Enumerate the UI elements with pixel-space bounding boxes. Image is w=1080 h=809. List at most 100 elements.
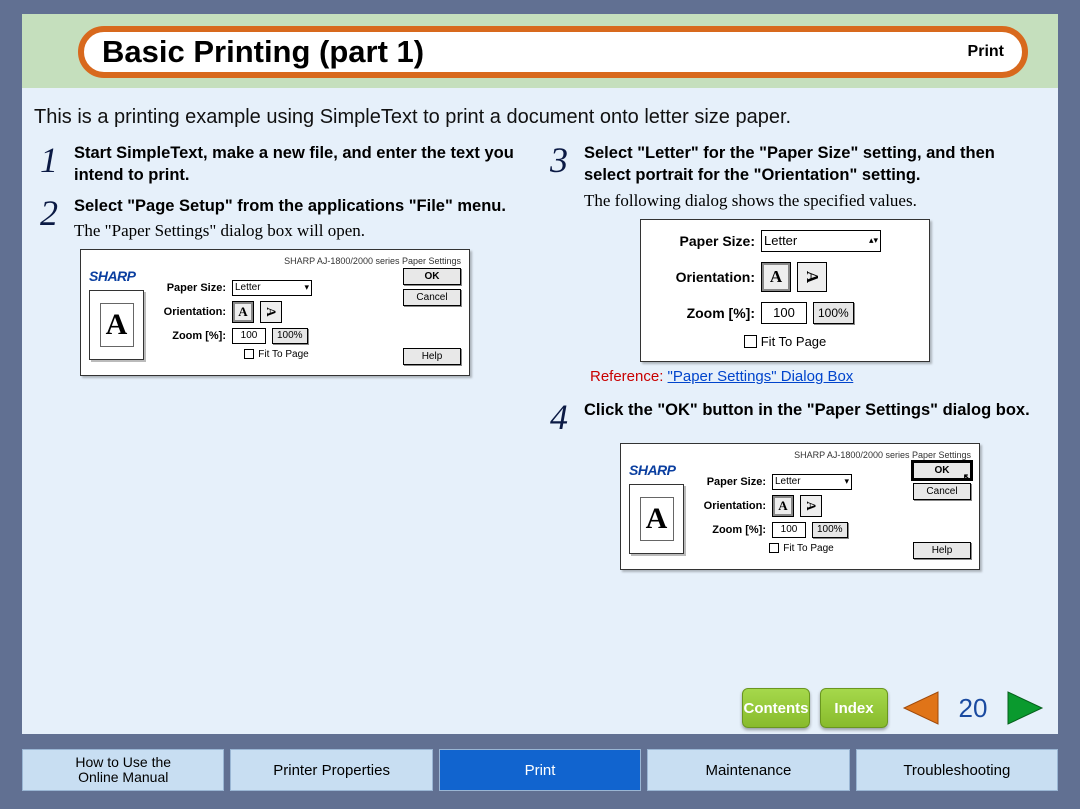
page-number: 20 [952, 693, 994, 724]
fit-to-page-checkbox[interactable]: Fit To Page [655, 334, 915, 349]
paper-size-label: Paper Size: [696, 476, 766, 488]
orientation-label: Orientation: [655, 269, 755, 285]
paper-size-dropdown[interactable]: Letter ▾ [232, 280, 312, 296]
page-preview: A [89, 290, 144, 360]
title-bar: Basic Printing (part 1) Print [78, 26, 1028, 78]
paper-size-dropdown[interactable]: Letter ▴▾ [761, 230, 881, 252]
checkbox-icon [744, 335, 757, 348]
section-label: Print [968, 43, 1004, 61]
chevron-updown-icon: ▴▾ [869, 235, 878, 246]
step-title: Select "Letter" for the "Paper Size" set… [584, 142, 1040, 187]
zoom-reset-button[interactable]: 100% [272, 328, 308, 344]
dialog-buttons: OK Cancel Help [403, 268, 461, 365]
zoom-input[interactable]: 100 [232, 328, 266, 344]
tab-how-to-use[interactable]: How to Use the Online Manual [22, 749, 224, 791]
step-body: Select "Page Setup" from the application… [74, 195, 530, 241]
fit-to-page-checkbox[interactable]: Fit To Page [696, 543, 907, 554]
zoom-input[interactable]: 100 [761, 302, 807, 324]
orientation-label: Orientation: [696, 500, 766, 512]
dialog-header: SHARP AJ-1800/2000 series Paper Settings [89, 256, 461, 266]
zoom-input[interactable]: 100 [772, 522, 806, 538]
right-column: 3 Select "Letter" for the "Paper Size" s… [540, 142, 1050, 570]
orientation-label: Orientation: [156, 306, 226, 318]
contents-button[interactable]: Contents [742, 688, 810, 728]
chevron-down-icon: ▾ [304, 282, 309, 293]
tab-printer-properties[interactable]: Printer Properties [230, 749, 432, 791]
ok-button-highlighted[interactable]: OK ↖ [913, 462, 971, 479]
paper-size-dropdown[interactable]: Letter▾ [772, 474, 852, 490]
tab-label-line1: How to Use the [75, 755, 171, 770]
paper-size-value: Letter [235, 282, 261, 293]
chevron-down-icon: ▾ [844, 476, 849, 487]
step-4: 4 Click the "OK" button in the "Paper Se… [550, 399, 1040, 435]
dialog-fields: Paper Size: Letter▾ Orientation: A A Zoo… [156, 268, 397, 360]
checkbox-icon [769, 543, 779, 553]
step-number: 2 [40, 195, 74, 241]
page-preview: A [629, 484, 684, 554]
tab-label-line2: Online Manual [78, 770, 168, 785]
reference-label: Reference: [590, 368, 663, 385]
step-title: Select "Page Setup" from the application… [74, 195, 530, 217]
dialog-body: SHARP A Paper Size: Letter▾ Orientation: [89, 268, 461, 365]
preview-letter: A [106, 308, 128, 342]
orientation-landscape-button[interactable]: A [797, 262, 827, 292]
ok-label: OK [935, 465, 950, 476]
step-body: Select "Letter" for the "Paper Size" set… [584, 142, 1040, 211]
intro-text: This is a printing example using SimpleT… [34, 106, 791, 129]
left-column: 1 Start SimpleText, make a new file, and… [30, 142, 540, 570]
ok-button[interactable]: OK [403, 268, 461, 285]
cancel-button[interactable]: Cancel [403, 289, 461, 306]
zoom-label: Zoom [%]: [696, 524, 766, 536]
triangle-right-icon [1006, 690, 1046, 726]
step-note: The "Paper Settings" dialog box will ope… [74, 221, 530, 241]
paper-size-value: Letter [764, 233, 797, 248]
next-page-button[interactable] [1004, 688, 1048, 728]
tab-maintenance[interactable]: Maintenance [647, 749, 849, 791]
fit-label: Fit To Page [761, 334, 827, 349]
paper-size-label: Paper Size: [655, 233, 755, 249]
step-title: Click the "OK" button in the "Paper Sett… [584, 399, 1040, 421]
tab-troubleshooting[interactable]: Troubleshooting [856, 749, 1058, 791]
tab-print[interactable]: Print [439, 749, 641, 791]
dialog-header: SHARP AJ-1800/2000 series Paper Settings [629, 450, 971, 460]
index-button[interactable]: Index [820, 688, 888, 728]
orientation-portrait-button[interactable]: A [761, 262, 791, 292]
checkbox-icon [244, 349, 254, 359]
fit-to-page-checkbox[interactable]: Fit To Page [156, 349, 397, 360]
dialog-body: SHARP A Paper Size: Letter▾ Orientation: [629, 462, 971, 559]
zoom-label: Zoom [%]: [655, 305, 755, 321]
orientation-portrait-button[interactable]: A [772, 495, 794, 517]
help-button[interactable]: Help [913, 542, 971, 559]
step-body: Start SimpleText, make a new file, and e… [74, 142, 530, 187]
brand-logo: SHARP [629, 462, 696, 478]
zoom-reset-button[interactable]: 100% [812, 522, 848, 538]
paper-size-label: Paper Size: [156, 282, 226, 294]
bottom-tabs: How to Use the Online Manual Printer Pro… [22, 749, 1058, 791]
help-button[interactable]: Help [403, 348, 461, 365]
orientation-portrait-button[interactable]: A [232, 301, 254, 323]
step-title: Start SimpleText, make a new file, and e… [74, 142, 530, 187]
step-note: The following dialog shows the specified… [584, 191, 1040, 211]
preview-letter: A [646, 502, 668, 536]
page-title: Basic Printing (part 1) [102, 34, 968, 70]
reference-link[interactable]: "Paper Settings" Dialog Box [668, 368, 854, 385]
dialog-buttons: OK ↖ Cancel Help [913, 462, 971, 559]
zoom-reset-button[interactable]: 100% [813, 302, 854, 324]
step-number: 4 [550, 399, 584, 435]
columns: 1 Start SimpleText, make a new file, and… [30, 142, 1050, 570]
orientation-landscape-button[interactable]: A [800, 495, 822, 517]
step-body: Click the "OK" button in the "Paper Sett… [584, 399, 1040, 435]
reference-line: Reference: "Paper Settings" Dialog Box [590, 368, 1040, 385]
orientation-landscape-button[interactable]: A [260, 301, 282, 323]
paper-settings-dialog-ok: SHARP AJ-1800/2000 series Paper Settings… [620, 443, 980, 570]
triangle-left-icon [900, 690, 940, 726]
step-number: 1 [40, 142, 74, 187]
paper-settings-detail: Paper Size: Letter ▴▾ Orientation: A A Zo… [640, 219, 930, 362]
prev-page-button[interactable] [898, 688, 942, 728]
content-page: Basic Printing (part 1) Print This is a … [22, 14, 1058, 734]
dialog-fields: Paper Size: Letter▾ Orientation: A A Zoo… [696, 462, 907, 554]
page-nav: Contents Index 20 [742, 688, 1048, 728]
step-2: 2 Select "Page Setup" from the applicati… [40, 195, 530, 241]
fit-label: Fit To Page [258, 349, 308, 360]
cancel-button[interactable]: Cancel [913, 483, 971, 500]
